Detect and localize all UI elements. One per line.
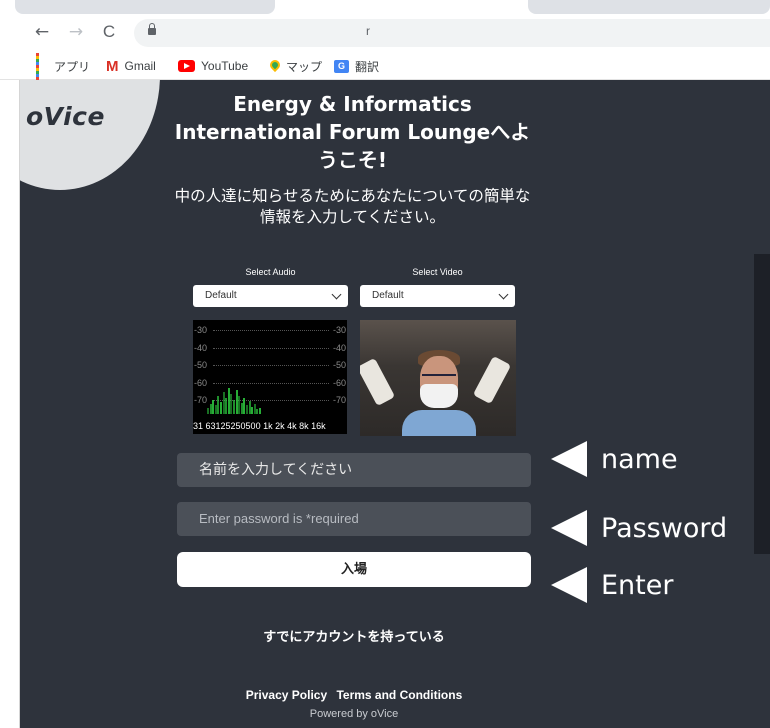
gmail-icon: M — [106, 57, 119, 75]
meter-level-label: -60 — [194, 377, 208, 388]
password-annotation: Password — [551, 508, 727, 548]
bookmark-translate[interactable]: G 翻訳 — [334, 57, 379, 75]
password-input[interactable]: Enter password is *required — [177, 502, 531, 536]
audio-select-value: Default — [205, 290, 237, 301]
chevron-down-icon — [498, 289, 509, 300]
meter-level-row: -60 -60 — [193, 377, 347, 389]
lock-icon — [148, 23, 156, 37]
annotation-label: name — [601, 443, 678, 475]
arrow-left-icon — [551, 510, 587, 546]
meter-level-label: -40 — [194, 342, 208, 353]
translate-icon: G — [334, 59, 349, 73]
spectrum-bar — [259, 408, 261, 414]
meter-level-label: -40 — [332, 342, 346, 353]
meter-level-label: -60 — [332, 377, 346, 388]
meter-level-label: -70 — [332, 395, 346, 405]
arrow-left-icon — [551, 441, 587, 477]
forward-arrow-icon[interactable]: → — [64, 20, 88, 44]
name-annotation: name — [551, 439, 678, 479]
video-select-value: Default — [372, 290, 404, 301]
enter-button[interactable]: 入場 — [177, 552, 531, 587]
select-video-label: Select Video — [412, 267, 463, 277]
enter-annotation: Enter — [551, 565, 673, 605]
arrow-left-icon — [551, 567, 587, 603]
logo-badge — [20, 80, 160, 190]
bookmark-label: アプリ — [54, 59, 91, 74]
audio-select[interactable]: Default — [193, 285, 348, 307]
meter-level-row: -40 -40 — [193, 342, 347, 354]
audio-level-meter: -70 -70 -60 -60 -50 -50 -40 -40 -30 -30 31 631252… — [193, 320, 347, 434]
annotation-label: Enter — [601, 569, 674, 601]
powered-by: Powered by oVice — [309, 708, 399, 720]
side-panel — [754, 254, 770, 554]
reload-icon[interactable]: C — [97, 20, 121, 44]
bookmark-gmail[interactable]: M Gmail — [106, 57, 156, 75]
meter-level-label: -30 — [332, 325, 346, 335]
select-audio-label: Select Audio — [245, 267, 296, 277]
maps-pin-icon — [267, 57, 283, 72]
tab-strip — [0, 0, 770, 16]
bookmark-label: マップ — [286, 59, 323, 74]
annotation-label: Password — [601, 512, 728, 544]
bookmark-apps[interactable]: アプリ — [36, 52, 91, 80]
ceiling-light — [360, 357, 396, 407]
bookmark-label: YouTube — [201, 59, 249, 73]
existing-account-link[interactable]: すでにアカウントを持っている — [177, 626, 531, 645]
youtube-icon — [178, 60, 195, 72]
back-arrow-icon[interactable]: ← — [30, 20, 54, 44]
bookmark-label: 翻訳 — [355, 59, 380, 74]
ceiling-light — [472, 355, 512, 405]
meter-level-label: -50 — [194, 360, 208, 370]
video-preview — [360, 320, 516, 436]
page-gutter — [0, 80, 20, 728]
apps-grid-icon — [36, 52, 48, 80]
meter-level-label: -70 — [194, 395, 208, 405]
name-input[interactable]: 名前を入力してください — [177, 453, 531, 487]
video-select[interactable]: Default — [360, 285, 515, 307]
bookmark-label: Gmail — [124, 59, 156, 73]
meter-frequency-labels: 31 63125250500 1k 2k 4k 8k 16k — [193, 421, 326, 431]
ovice-login-page: oVice Energy & Informatics International… — [20, 80, 770, 728]
face-mask — [420, 384, 458, 408]
ovice-logo: oVice — [26, 102, 105, 131]
inactive-tab[interactable] — [15, 0, 275, 14]
bookmarks-bar: アプリ M Gmail YouTube マップ G 翻訳 — [0, 50, 770, 80]
bookmark-maps[interactable]: マップ — [267, 57, 323, 75]
meter-level-label: -50 — [332, 360, 346, 370]
page-subtitle: 中の人達に知らせるためにあなたについての簡単な情報を入力してください。 — [174, 187, 531, 226]
url-text[interactable]: r — [366, 24, 370, 38]
chevron-down-icon — [331, 289, 342, 300]
terms-link[interactable]: Terms and Conditions — [336, 688, 462, 702]
privacy-policy-link[interactable]: Privacy Policy — [246, 688, 327, 702]
inactive-tab[interactable] — [528, 0, 770, 14]
meter-level-row: -30 -30 — [193, 324, 347, 336]
meter-level-row: -50 -50 — [193, 359, 347, 371]
meter-level-label: -30 — [194, 325, 208, 335]
address-bar[interactable]: r — [134, 19, 770, 47]
page-title: Energy & Informatics International Forum… — [174, 92, 531, 172]
footer-links: Privacy Policy Terms and Conditions — [177, 688, 531, 702]
bookmark-youtube[interactable]: YouTube — [178, 57, 248, 75]
browser-toolbar: ← → C r — [0, 16, 770, 50]
